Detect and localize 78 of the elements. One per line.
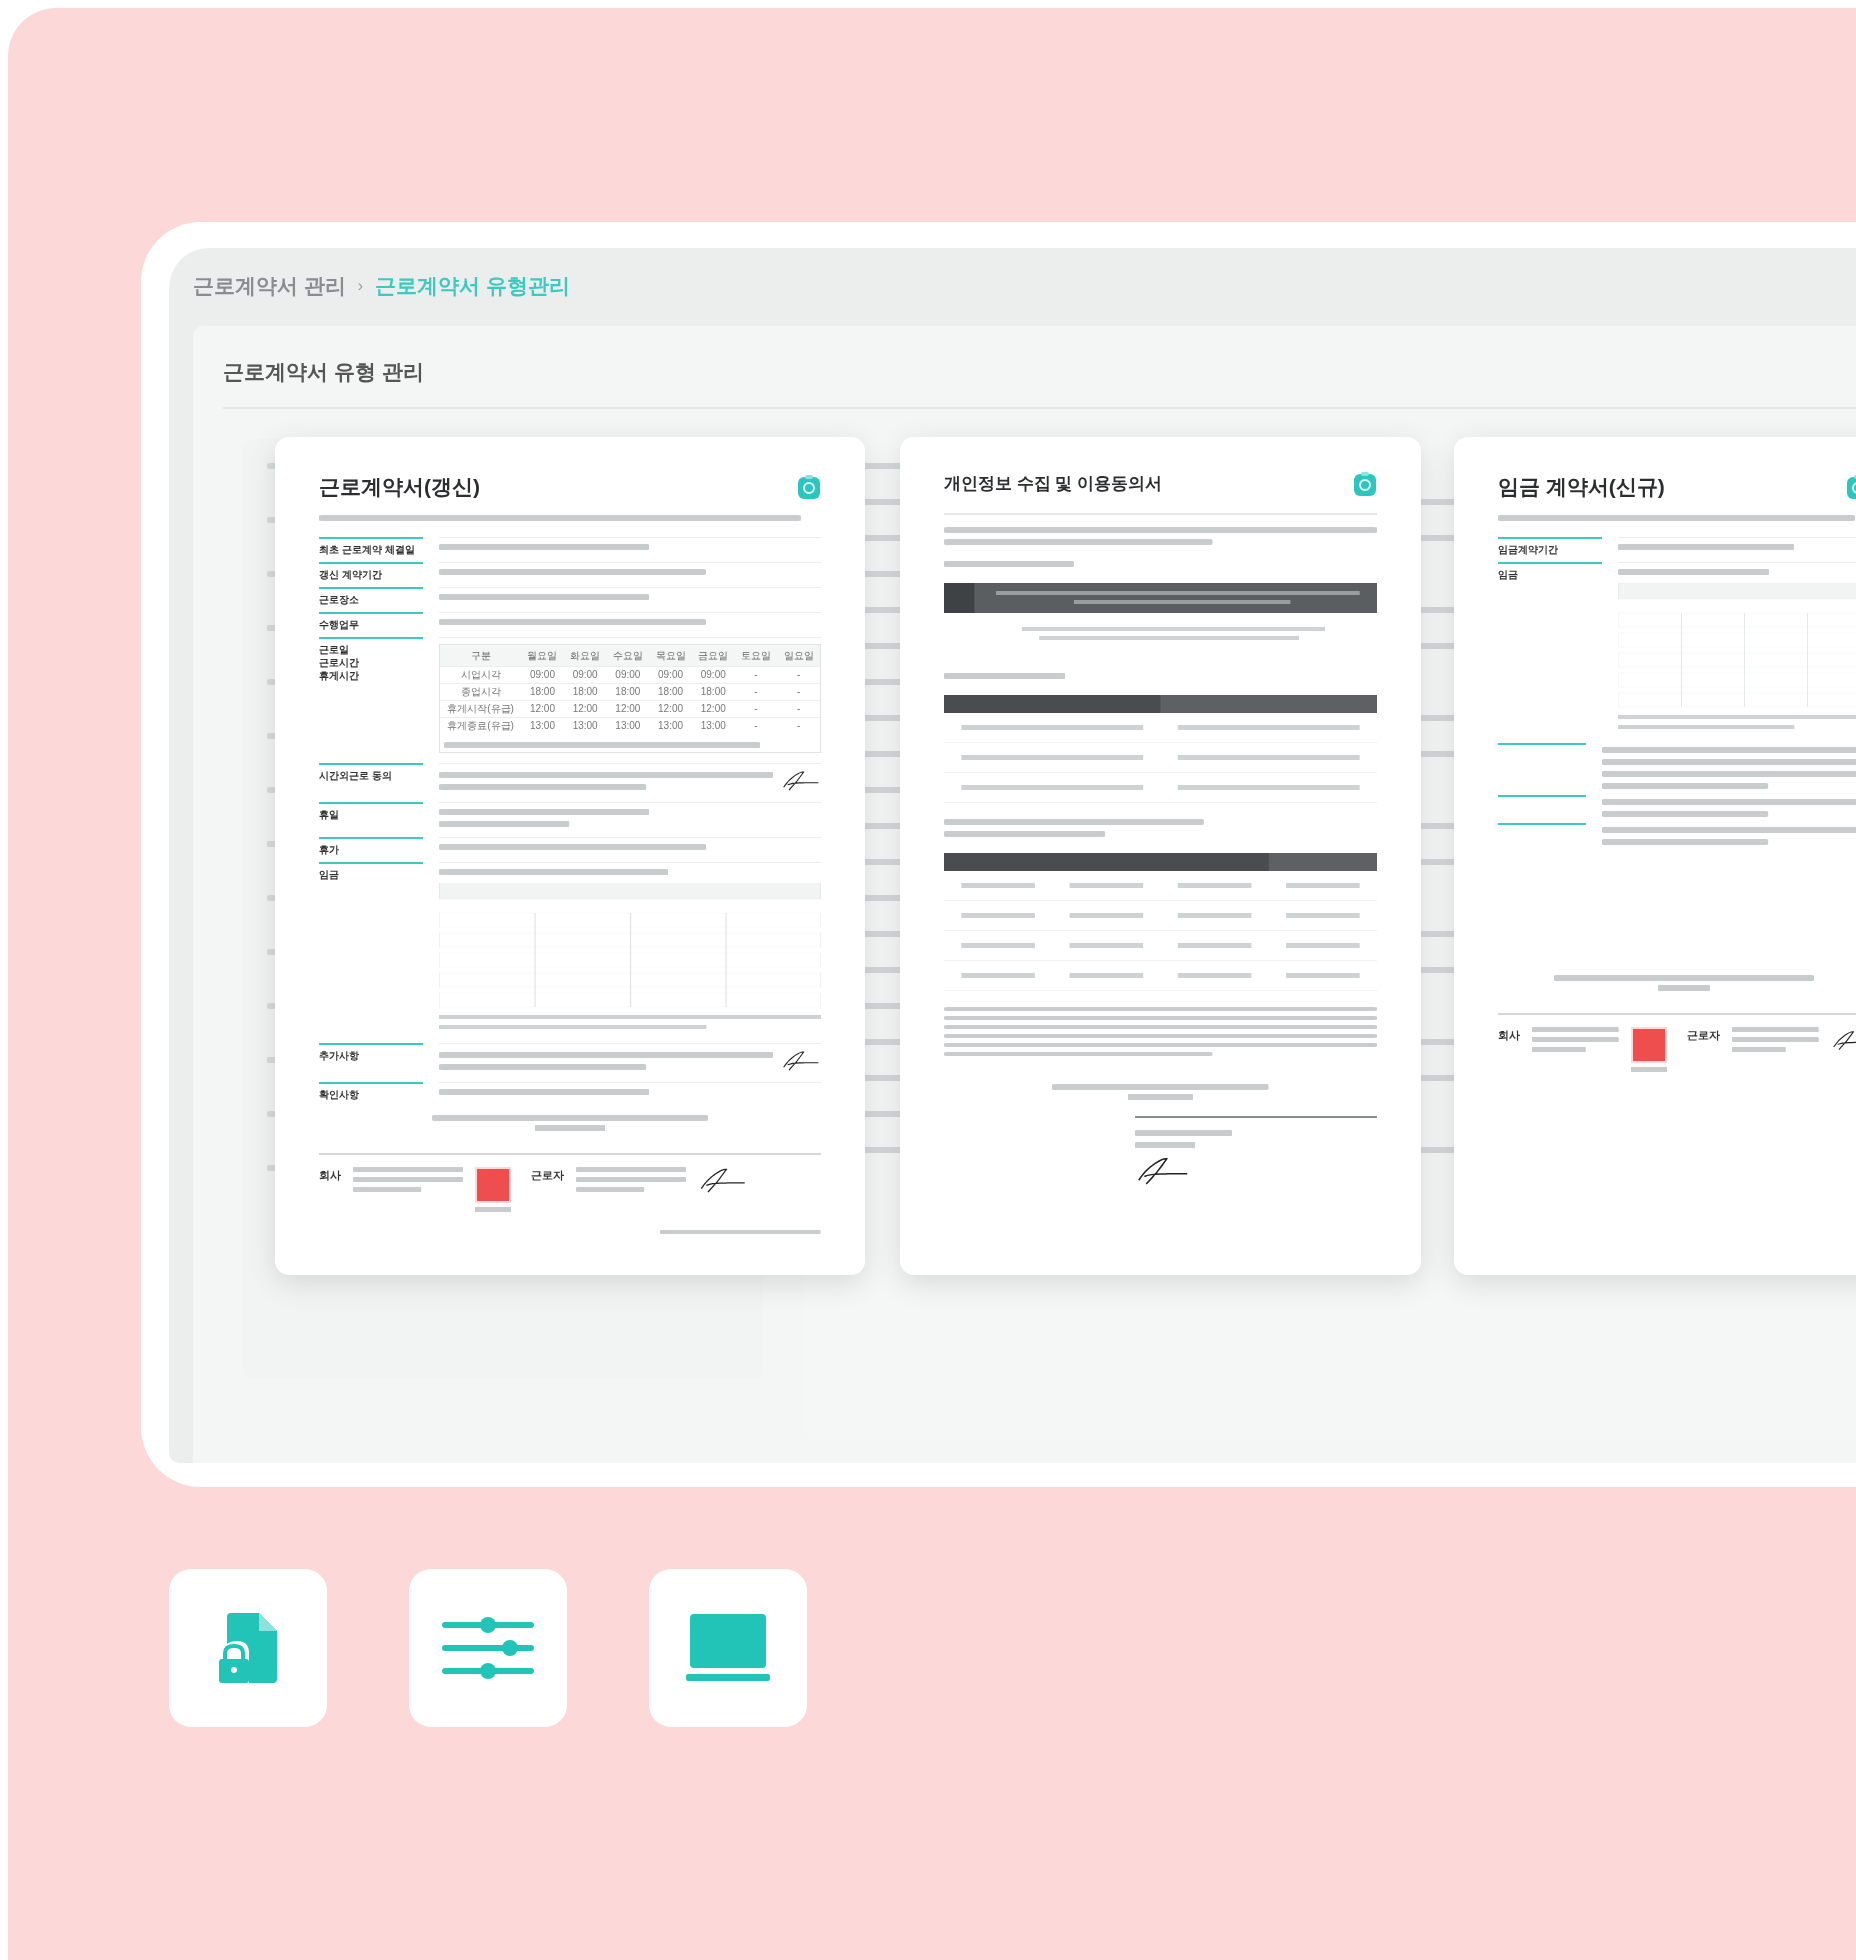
table-cell-text: - — [753, 684, 759, 699]
table-header-cell-text: 금요일 — [697, 648, 730, 663]
table-cell-text: 18:00 — [614, 684, 642, 699]
field-label: 휴가 — [319, 836, 423, 856]
table-cell-text: 18:00 — [528, 684, 556, 699]
document-title: 근로계약서(갱신) — [319, 474, 480, 500]
table-cell-text: 18:00 — [657, 684, 685, 699]
signature-drawing — [698, 1166, 748, 1194]
table-header-cell-text: 화요일 — [569, 648, 602, 663]
signature-drawing — [781, 1049, 821, 1072]
field-label: 근로일 근로시간 휴게시간 — [319, 636, 423, 757]
table-cell-text: 18:00 — [699, 684, 727, 699]
table-cell-text: 12:00 — [614, 701, 642, 716]
field-label: 시간외근로 동의 — [319, 762, 423, 796]
table-cell-text: 12:00 — [528, 701, 556, 716]
table-cell-text: 시업시각 — [459, 667, 502, 682]
table-cell-text: 13:00 — [614, 718, 642, 733]
table-cell-text: 13:00 — [528, 718, 556, 733]
table-cell-text: 09:00 — [528, 667, 556, 682]
field-label: 수행업무 — [319, 611, 423, 631]
table-cell-text: - — [795, 718, 802, 733]
table-cell-text: 13:00 — [657, 718, 685, 733]
document-badge-icon — [1353, 471, 1377, 497]
table-header-cell-text: 토요일 — [739, 648, 772, 663]
table-cell-text: 13:00 — [699, 718, 727, 733]
sliders-icon — [442, 1615, 534, 1681]
table-cell-text: - — [795, 701, 802, 716]
document-title: 개인정보 수집 및 이용동의서 — [944, 473, 1163, 496]
breadcrumb-link[interactable]: 근로계약서 유형관리 — [375, 270, 570, 302]
field-label: 임금 — [319, 861, 423, 1037]
table-cell-text: 휴게시작(유급) — [446, 701, 515, 716]
table-cell-text: 12:00 — [657, 701, 685, 716]
table-cell-text: 12:00 — [699, 701, 727, 716]
table-cell-text: 종업시각 — [459, 684, 502, 699]
table-cell-text: 09:00 — [657, 667, 685, 682]
illegible-text-drawing — [475, 1206, 511, 1212]
table-cell-text: - — [753, 701, 759, 716]
table-cell-text: 휴게종료(유급) — [446, 718, 515, 733]
party-label: 근로자 — [531, 1167, 564, 1183]
table-header-cell-text: 일요일 — [782, 648, 815, 663]
field-label: 휴일 — [319, 801, 423, 831]
field-label: 최초 근로계약 체결일 — [319, 536, 423, 556]
document-badge-icon — [797, 473, 821, 500]
field-label: 확인사항 — [319, 1081, 423, 1101]
field-label: 갱신 계약기간 — [319, 561, 423, 581]
illegible-text-drawing — [534, 1124, 606, 1131]
table-cell-text: 09:00 — [699, 667, 727, 682]
illegible-text-drawing — [1128, 1094, 1193, 1100]
illegible-text-drawing — [1657, 984, 1711, 991]
party-label: 회사 — [1498, 1027, 1520, 1043]
table-header-cell-text: 구분 — [469, 648, 492, 663]
table-cell-text: - — [753, 718, 759, 733]
laptop-icon — [686, 1614, 770, 1682]
stamp-drawing — [1630, 1026, 1667, 1063]
table-header-cell-text: 수요일 — [611, 648, 644, 663]
stamp-drawing — [475, 1166, 511, 1203]
signature-drawing — [781, 769, 821, 792]
table-header-cell-text: 월요일 — [526, 648, 559, 663]
party-label: 근로자 — [1686, 1027, 1720, 1043]
table-cell-text: - — [753, 667, 759, 682]
page-title: 근로계약서 유형 관리 — [223, 359, 424, 383]
breadcrumb-separator: › — [357, 275, 364, 296]
table-cell-text: - — [795, 684, 802, 699]
illegible-text-drawing — [1630, 1066, 1667, 1072]
document-title: 임금 계약서(신규) — [1498, 474, 1665, 500]
table-cell-text: 12:00 — [571, 701, 599, 716]
table-cell-text: 18:00 — [571, 684, 599, 699]
table-cell-text: 09:00 — [571, 667, 599, 682]
table-cell-text: 13:00 — [571, 718, 599, 733]
field-label: 임금 — [1498, 561, 1602, 737]
field-label: 근로장소 — [319, 586, 423, 606]
field-label: 추가사항 — [319, 1042, 423, 1076]
field-label: 임금계약기간 — [1498, 536, 1602, 556]
party-label: 회사 — [319, 1167, 341, 1183]
breadcrumb-link[interactable]: 근로계약서 관리 — [193, 270, 346, 302]
table-cell-text: - — [795, 667, 802, 682]
table-cell-text: 09:00 — [614, 667, 642, 682]
table-header-cell-text: 목요일 — [654, 648, 687, 663]
